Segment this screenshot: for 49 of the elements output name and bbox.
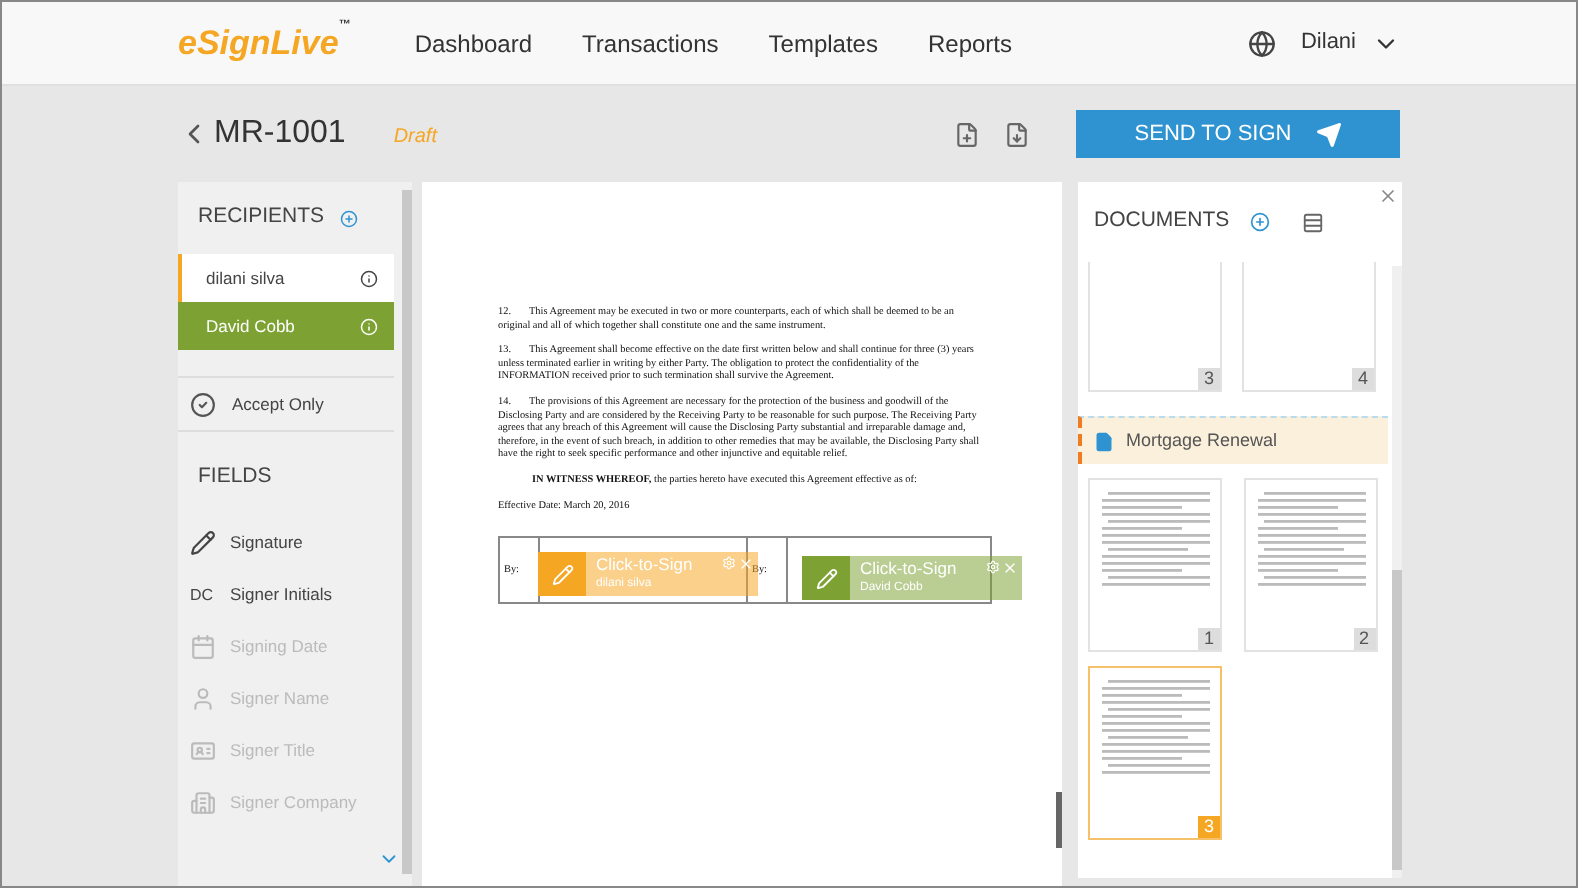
- add-icon[interactable]: [340, 209, 359, 227]
- page-preview-drawing: [1257, 492, 1365, 592]
- send-to-sign-button[interactable]: SEND TO SIGN: [1076, 110, 1400, 158]
- status-label: Draft: [393, 123, 437, 151]
- person-icon: [190, 686, 216, 713]
- page-number: 3: [1198, 368, 1220, 390]
- accept-only-label: Accept Only: [232, 391, 324, 417]
- pen-icon: [190, 530, 216, 557]
- building-icon: [190, 790, 216, 817]
- page-number: 1: [1198, 628, 1220, 650]
- page-number: 4: [1352, 368, 1374, 390]
- document-icon: [1094, 431, 1114, 451]
- settings-icon[interactable]: [986, 560, 1000, 574]
- add-icon[interactable]: [1249, 212, 1270, 232]
- recipient-item[interactable]: dilani silva: [178, 254, 394, 302]
- page-thumbnail[interactable]: 1: [1088, 478, 1222, 652]
- section-title: FIELDS: [196, 462, 274, 492]
- section-title: DOCUMENTS: [1094, 206, 1230, 237]
- pen-icon: [815, 567, 837, 589]
- info-icon[interactable]: [360, 269, 378, 287]
- nav-link[interactable]: Transactions: [582, 25, 719, 61]
- nav-link[interactable]: Reports: [927, 25, 1013, 61]
- calendar-icon: [190, 634, 216, 661]
- nav-link[interactable]: Templates: [768, 25, 878, 61]
- globe-icon[interactable]: [1248, 29, 1277, 57]
- page-thumbnail[interactable]: 4: [1242, 262, 1376, 392]
- document-header[interactable]: Mortgage Renewal: [1078, 416, 1388, 464]
- id-card-icon: [190, 738, 216, 765]
- page-number: 2: [1353, 628, 1375, 650]
- check-circle-icon[interactable]: [190, 391, 216, 417]
- page-preview-drawing: [1102, 680, 1210, 780]
- field-item[interactable]: DC Signer Initials: [178, 569, 394, 622]
- field-item[interactable]: Signature: [178, 517, 394, 570]
- user-menu[interactable]: Dilani: [1300, 26, 1400, 60]
- page-number: 3: [1198, 816, 1220, 838]
- page-thumbnail[interactable]: 2: [1243, 478, 1377, 652]
- add-document-icon[interactable]: [954, 121, 980, 147]
- section-title: RECIPIENTS: [198, 202, 325, 233]
- close-icon[interactable]: [738, 556, 754, 572]
- page-thumbnail[interactable]: 3: [1088, 262, 1222, 392]
- close-icon[interactable]: [1378, 186, 1398, 206]
- paper-plane-icon: [1315, 121, 1342, 147]
- recipient-item[interactable]: David Cobb: [178, 302, 394, 350]
- nav-link[interactable]: Dashboard: [414, 25, 533, 61]
- page-preview-drawing: [1102, 492, 1210, 592]
- document-icon[interactable]: [1004, 121, 1030, 147]
- pen-icon: [551, 563, 573, 585]
- transaction-title: MR-1001: [214, 114, 346, 154]
- list-icon[interactable]: [1301, 211, 1324, 233]
